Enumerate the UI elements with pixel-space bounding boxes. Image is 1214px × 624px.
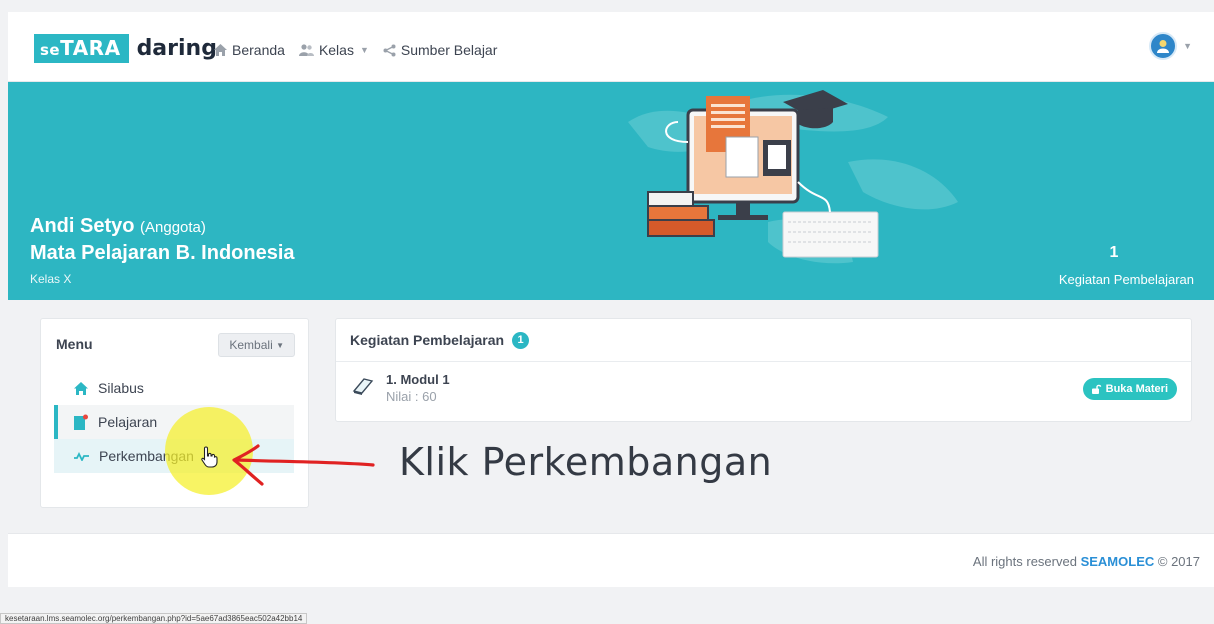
kegiatan-header: Kegiatan Pembelajaran 1 [336, 319, 1191, 362]
module-score: Nilai : 60 [386, 389, 437, 404]
avatar [1149, 32, 1178, 60]
browser-status-url: kesetaraan.lms.seamolec.org/perkembangan… [0, 613, 308, 624]
nav-kelas[interactable]: Kelas ▼ [298, 42, 369, 58]
chart-line-icon [74, 451, 89, 461]
home-icon [74, 381, 88, 395]
list-item: 1. Modul 1 Nilai : 60 Buka Materi [336, 362, 1191, 422]
menu-item-label: Pelajaran [98, 414, 158, 430]
nav-sumber-belajar[interactable]: Sumber Belajar [383, 42, 498, 58]
user-emblem-icon [1157, 40, 1170, 53]
buka-materi-button[interactable]: Buka Materi [1082, 378, 1177, 400]
class-label: Kelas X [30, 272, 72, 286]
chevron-down-icon: ▼ [1183, 41, 1192, 51]
copyright-text: All rights reserved SEAMOLEC © 2017 [972, 554, 1200, 569]
top-navbar: seTARA daring Beranda Kelas ▼ Sumber Bel… [8, 12, 1214, 82]
footer: All rights reserved SEAMOLEC © 2017 [8, 533, 1214, 587]
menu-title: Menu [56, 336, 93, 352]
setara-daring-logo[interactable]: seTARA daring [34, 34, 217, 63]
module-title[interactable]: 1. Modul 1 [386, 372, 450, 387]
user-menu[interactable]: ▼ [1149, 32, 1192, 60]
main-nav: Beranda Kelas ▼ Sumber Belajar [214, 42, 511, 58]
book-icon [74, 414, 88, 430]
annotation-text: Klik Perkembangan [399, 440, 773, 484]
footer-brand[interactable]: SEAMOLEC [1081, 554, 1155, 569]
chevron-down-icon: ▼ [359, 45, 369, 55]
back-button[interactable]: Kembali ▼ [218, 333, 295, 357]
home-icon [214, 44, 227, 56]
activity-count: 1 [1109, 244, 1119, 261]
book-icon [352, 378, 374, 395]
activity-count-label: Kegiatan Pembelajaran [1058, 272, 1194, 287]
red-arrow-icon [232, 444, 375, 486]
menu-item-silabus[interactable]: Silabus [54, 371, 294, 405]
hand-cursor-icon [201, 446, 218, 468]
count-badge: 1 [512, 331, 530, 349]
kegiatan-card: Kegiatan Pembelajaran 1 1. Modul 1 Nilai… [335, 318, 1192, 422]
kegiatan-title: Kegiatan Pembelajaran [350, 332, 505, 348]
course-banner: Andi Setyo (Anggota) Mata Pelajaran B. I… [8, 82, 1214, 300]
member-name: Andi Setyo (Anggota) [30, 215, 206, 237]
unlock-icon [1091, 384, 1101, 394]
menu-item-label: Silabus [98, 380, 144, 396]
nav-beranda-label: Beranda [232, 42, 285, 58]
users-icon [298, 44, 314, 56]
nav-sumber-label: Sumber Belajar [400, 42, 498, 58]
logo-text: daring [136, 36, 217, 61]
subject-title: Mata Pelajaran B. Indonesia [30, 242, 295, 264]
share-icon [383, 44, 396, 56]
chevron-down-icon: ▼ [276, 340, 284, 350]
logo-box: seTARA [34, 34, 129, 63]
nav-beranda[interactable]: Beranda [214, 42, 285, 58]
nav-kelas-label: Kelas [318, 42, 354, 58]
education-illustration [628, 90, 958, 264]
